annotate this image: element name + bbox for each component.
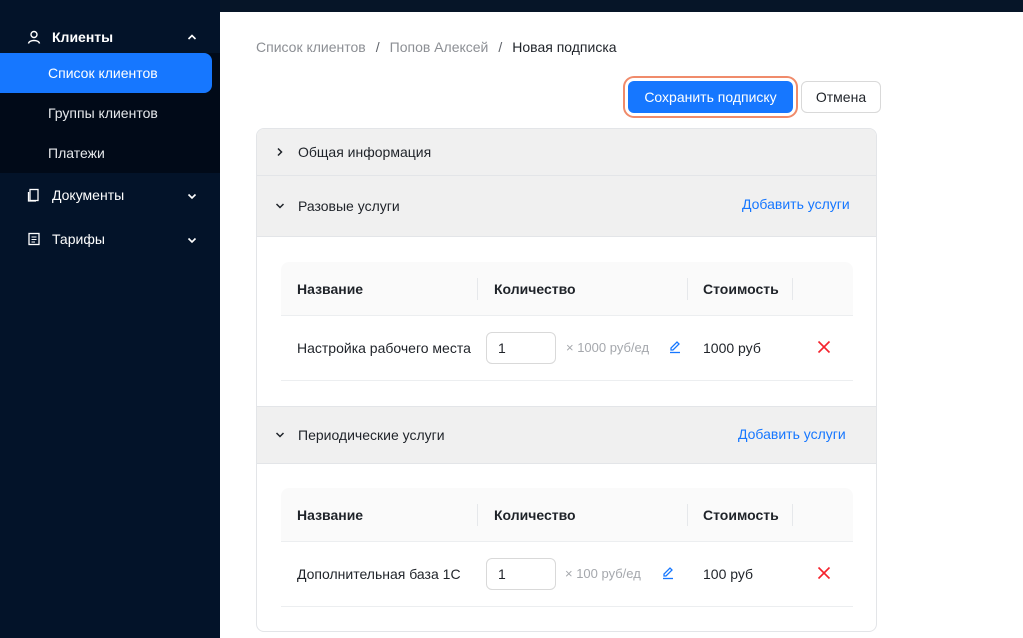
save-subscription-button[interactable]: Сохранить подписку <box>628 81 793 113</box>
quantity-input[interactable] <box>486 332 556 364</box>
breadcrumb-item-client-list[interactable]: Список клиентов <box>256 39 366 55</box>
close-icon[interactable] <box>817 340 831 354</box>
user-icon <box>27 30 41 44</box>
chevron-down-icon <box>274 200 286 212</box>
column-header-cost: Стоимость <box>703 507 779 523</box>
chevron-right-icon <box>274 146 286 158</box>
clients-submenu: Список клиентов Группы клиентов Платежи <box>0 53 220 173</box>
close-icon[interactable] <box>817 566 831 580</box>
table-header: Название Количество Стоимость <box>281 488 853 542</box>
breadcrumb-current: Новая подписка <box>512 39 617 55</box>
sidebar-item-label: Документы <box>52 187 125 203</box>
add-one-time-services-link[interactable]: Добавить услуги <box>742 196 850 212</box>
sidebar-item-tariffs[interactable]: Тарифы <box>0 217 220 261</box>
service-cost: 100 руб <box>703 566 754 582</box>
sidebar: Клиенты Список клиентов Группы клиентов … <box>0 0 220 638</box>
breadcrumb-item-client[interactable]: Попов Алексей <box>390 39 489 55</box>
chevron-down-icon <box>186 233 198 245</box>
edit-icon[interactable] <box>668 340 682 354</box>
sidebar-group-clients[interactable]: Клиенты <box>0 24 220 49</box>
column-header-quantity: Количество <box>494 281 576 297</box>
section-general-header[interactable]: Общая информация <box>257 129 876 176</box>
add-periodic-services-link[interactable]: Добавить услуги <box>738 426 846 442</box>
table-row: Дополнительная база 1С × 100 руб/ед 100 … <box>281 542 853 607</box>
sidebar-item-label: Тарифы <box>52 231 105 247</box>
edit-icon[interactable] <box>661 566 675 580</box>
quantity-input[interactable] <box>486 558 556 590</box>
section-title: Разовые услуги <box>298 198 400 214</box>
column-header-cost: Стоимость <box>703 281 779 297</box>
breadcrumb: Список клиентов / Попов Алексей / Новая … <box>256 39 617 55</box>
section-title: Общая информация <box>298 144 432 160</box>
table-header: Название Количество Стоимость <box>281 262 853 316</box>
service-name: Настройка рабочего места <box>297 340 471 356</box>
service-cost: 1000 руб <box>703 340 761 356</box>
unit-price: × 1000 руб/ед <box>566 340 650 355</box>
unit-price: × 100 руб/ед <box>565 566 641 581</box>
tariff-icon <box>27 232 41 246</box>
column-header-quantity: Количество <box>494 507 576 523</box>
chevron-down-icon <box>274 429 286 441</box>
service-name: Дополнительная база 1С <box>297 566 461 582</box>
sidebar-item-payments[interactable]: Платежи <box>0 133 212 173</box>
chevron-up-icon <box>186 30 198 42</box>
cancel-button[interactable]: Отмена <box>801 81 881 113</box>
sidebar-item-client-list[interactable]: Список клиентов <box>0 53 212 93</box>
section-title: Периодические услуги <box>298 427 445 443</box>
column-header-name: Название <box>297 281 364 297</box>
periodic-services-table: Название Количество Стоимость Дополнител… <box>281 488 853 607</box>
table-row: Настройка рабочего места × 1000 руб/ед 1… <box>281 316 853 381</box>
sidebar-item-documents[interactable]: Документы <box>0 173 220 217</box>
subscription-form: Общая информация Разовые услуги Добавить… <box>256 128 877 632</box>
breadcrumb-separator: / <box>375 39 380 55</box>
breadcrumb-separator: / <box>498 39 503 55</box>
section-periodic-header[interactable]: Периодические услуги Добавить услуги <box>257 406 876 464</box>
sidebar-item-client-groups[interactable]: Группы клиентов <box>0 93 212 133</box>
document-icon <box>27 188 41 202</box>
section-one-time-header[interactable]: Разовые услуги Добавить услуги <box>257 176 876 237</box>
one-time-services-table: Название Количество Стоимость Настройка … <box>281 262 853 381</box>
main-content: Список клиентов / Попов Алексей / Новая … <box>220 12 1023 638</box>
sidebar-group-label: Клиенты <box>52 28 114 45</box>
chevron-down-icon <box>186 189 198 201</box>
column-header-name: Название <box>297 507 364 523</box>
